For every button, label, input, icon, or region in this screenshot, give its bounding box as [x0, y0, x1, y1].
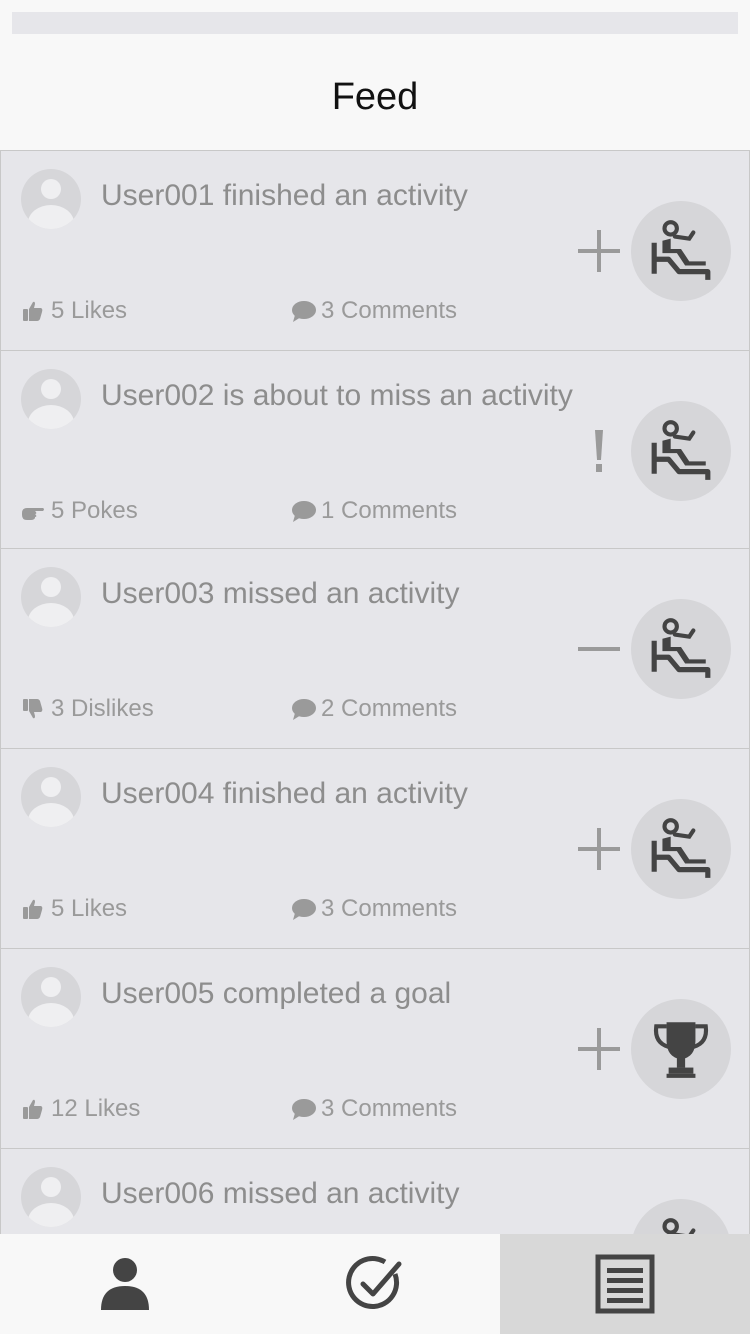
reaction-count: 5 Likes — [51, 297, 128, 324]
tab-profile[interactable] — [0, 1234, 250, 1334]
comments-button[interactable]: 3 Comments — [291, 1095, 457, 1123]
feed-item-headline: User005 completed a goal — [101, 977, 452, 1010]
feed-item-headline: User002 is about to miss an activity — [101, 379, 573, 412]
poke-button[interactable]: 5 Pokes — [21, 497, 138, 525]
activity-type-badge — [631, 599, 731, 699]
poke-icon — [21, 499, 45, 523]
comments-count: 3 Comments — [321, 297, 458, 324]
feed-item-headline: User001 finished an activity — [101, 179, 468, 212]
dislike-button[interactable]: 3 Dislikes — [21, 695, 154, 723]
plus-icon — [575, 809, 623, 889]
comments-count: 3 Comments — [321, 1095, 458, 1122]
bottom-nav — [0, 1234, 750, 1334]
avatar[interactable] — [21, 767, 81, 827]
plus-icon — [575, 1009, 623, 1089]
avatar[interactable] — [21, 567, 81, 627]
avatar[interactable] — [21, 169, 81, 229]
feed-list: User001 finished an activity 5 Likes 3 C… — [0, 150, 750, 1234]
feed-item[interactable]: User001 finished an activity 5 Likes 3 C… — [0, 151, 750, 351]
avatar[interactable] — [21, 1167, 81, 1227]
avatar[interactable] — [21, 369, 81, 429]
status-bar — [12, 12, 738, 34]
feed-item[interactable]: User003 missed an activity 3 Dislikes 2 … — [0, 549, 750, 749]
reaction-count: 3 Dislikes — [51, 695, 154, 722]
comments-count: 2 Comments — [321, 695, 458, 722]
like-button[interactable]: 5 Likes — [21, 297, 127, 325]
thumbs-up-icon — [21, 897, 45, 921]
feed-item[interactable]: User005 completed a goal 12 Likes 3 Comm… — [0, 949, 750, 1149]
recliner-activity-icon — [648, 616, 714, 682]
tab-activities[interactable] — [250, 1234, 500, 1334]
plus-icon — [575, 211, 623, 291]
list-icon — [595, 1254, 655, 1314]
feed-item-headline: User003 missed an activity — [101, 577, 460, 610]
activity-type-badge — [631, 201, 731, 301]
comments-count: 1 Comments — [321, 497, 458, 524]
avatar[interactable] — [21, 967, 81, 1027]
header: Feed — [0, 34, 750, 150]
comments-button[interactable]: 3 Comments — [291, 297, 457, 325]
feed-item-headline: User004 finished an activity — [101, 777, 468, 810]
comment-icon — [291, 697, 317, 721]
feed-item[interactable]: User002 is about to miss an activity 5 P… — [0, 351, 750, 549]
comment-icon — [291, 897, 317, 921]
tab-feed[interactable] — [500, 1234, 750, 1334]
thumbs-up-icon — [21, 299, 45, 323]
like-button[interactable]: 5 Likes — [21, 895, 127, 923]
thumbs-up-icon — [21, 1097, 45, 1121]
minus-icon — [575, 609, 623, 689]
feed-item[interactable]: User006 missed an activity — [0, 1149, 750, 1234]
goal-type-badge — [631, 999, 731, 1099]
activity-type-badge — [631, 799, 731, 899]
feed-item-headline: User006 missed an activity — [101, 1177, 460, 1210]
recliner-activity-icon — [648, 1216, 714, 1234]
comment-icon — [291, 299, 317, 323]
recliner-activity-icon — [648, 816, 714, 882]
check-circle-icon — [346, 1256, 402, 1309]
thumbs-down-icon — [21, 697, 45, 721]
comment-icon — [291, 499, 317, 523]
page-title: Feed — [331, 76, 419, 118]
comments-button[interactable]: 1 Comments — [291, 497, 457, 525]
reaction-count: 5 Likes — [51, 895, 128, 922]
activity-type-badge — [631, 1199, 731, 1234]
recliner-activity-icon — [648, 418, 714, 484]
feed-item[interactable]: User004 finished an activity 5 Likes 3 C… — [0, 749, 750, 949]
trophy-icon — [648, 1016, 714, 1082]
recliner-activity-icon — [648, 218, 714, 284]
comments-button[interactable]: 2 Comments — [291, 695, 457, 723]
person-icon — [101, 1258, 149, 1310]
like-button[interactable]: 12 Likes — [21, 1095, 140, 1123]
comments-button[interactable]: 3 Comments — [291, 895, 457, 923]
activity-type-badge — [631, 401, 731, 501]
comment-icon — [291, 1097, 317, 1121]
reaction-count: 12 Likes — [51, 1095, 141, 1122]
exclamation-icon — [575, 411, 623, 491]
comments-count: 3 Comments — [321, 895, 458, 922]
reaction-count: 5 Pokes — [51, 497, 138, 524]
